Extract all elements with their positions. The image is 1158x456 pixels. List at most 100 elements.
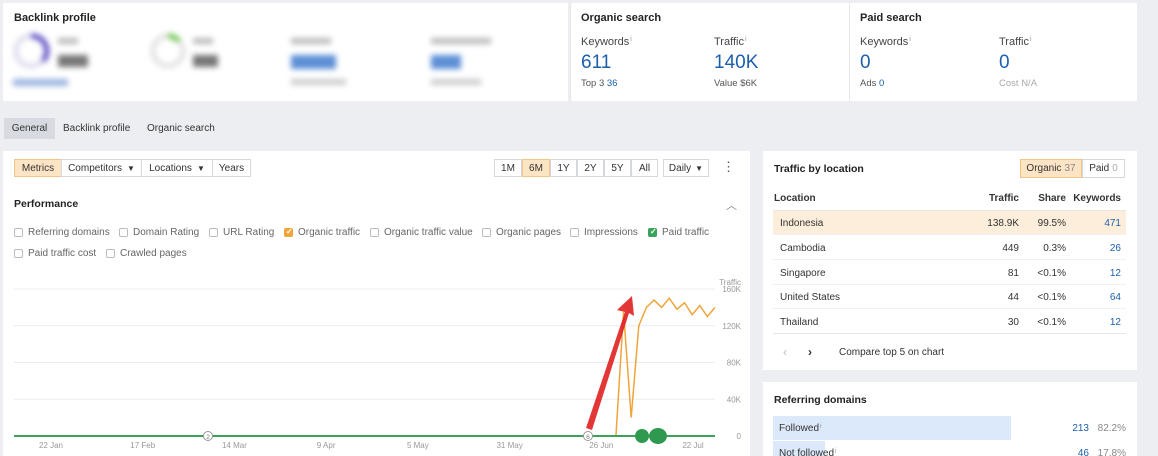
locations-label: Locations [149,162,192,174]
location-traffic: 44 [1007,292,1019,303]
paid-traffic-value[interactable]: 0 [999,52,1010,74]
location-share: 0.3% [1043,243,1066,254]
interval-dropdown[interactable]: Daily ▼ [663,159,709,177]
checkbox-crawled-pages[interactable]: Crawled pages [106,248,187,259]
location-keywords-link[interactable]: 64 [1110,292,1121,303]
y-tick-label: 160K [722,285,741,294]
info-icon[interactable]: i [745,36,747,43]
location-traffic: 449 [1002,243,1019,254]
location-keywords-link[interactable]: 12 [1110,317,1121,328]
checkbox-label: Impressions [584,227,638,238]
header-traffic[interactable]: Traffic [989,193,1019,204]
locations-dropdown[interactable]: Locations ▼ [141,159,213,177]
checkbox-url-rating[interactable]: URL Rating [209,227,274,238]
top3-value[interactable]: 36 [607,78,618,89]
organic-toggle[interactable]: Organic 37 [1020,159,1082,178]
x-tick-label: 22 Jan [39,441,63,450]
checkbox-box[interactable] [570,228,579,237]
location-row: Singapore 81 <0.1% 12 [773,261,1126,285]
tab-general[interactable]: General [4,118,55,139]
checkbox-referring-domains[interactable]: Referring domains [14,227,110,238]
checkbox-box[interactable] [119,228,128,237]
info-icon[interactable]: i [1030,36,1032,43]
tab-backlink-profile[interactable]: Backlink profile [63,123,130,134]
range-5y[interactable]: 5Y [604,159,631,177]
referring-domains-title: Referring domains [774,394,867,406]
checkbox-impressions[interactable]: Impressions [570,227,638,238]
not-followed-value[interactable]: 46 [1078,448,1089,456]
organic-search-card: Organic search Keywordsi 611 Top 3 36 Tr… [570,3,850,101]
paid-search-card: Paid search Keywordsi 0 Ads 0 Traffici 0… [849,3,1137,101]
paid-keywords-value[interactable]: 0 [860,52,871,74]
range-all[interactable]: All [631,159,658,177]
ads-value[interactable]: 0 [879,78,884,89]
checkbox-box[interactable] [370,228,379,237]
info-icon[interactable]: i [835,448,837,455]
location-traffic: 81 [1007,268,1019,279]
range-1m[interactable]: 1M [494,159,522,177]
location-keywords-link[interactable]: 26 [1110,243,1121,254]
checkbox-box[interactable] [106,249,115,258]
more-options-icon[interactable]: ⋮ [722,160,735,173]
value-value: $6K [740,78,758,89]
prev-chevron-icon[interactable]: ‹ [783,345,787,359]
checkbox-box[interactable] [209,228,218,237]
location-keywords-link[interactable]: 12 [1110,268,1121,279]
paid-marker [635,429,649,443]
checkbox-box[interactable] [14,228,23,237]
cost-label: Cost [999,78,1019,89]
checkbox-domain-rating[interactable]: Domain Rating [119,227,199,238]
organic-keywords-value[interactable]: 611 [581,52,611,74]
organic-traffic-label-text: Traffic [714,36,744,48]
location-name: Cambodia [780,243,826,254]
metrics-button[interactable]: Metrics [14,159,62,177]
caret-down-icon: ▼ [196,163,205,173]
checkbox-label: Crawled pages [120,248,187,259]
location-share: <0.1% [1037,292,1066,303]
info-icon[interactable]: i [630,36,632,43]
checkbox-box[interactable] [648,227,657,237]
not-followed-pct: 17.8% [1097,448,1126,456]
paid-toggle[interactable]: Paid 0 [1082,159,1125,178]
followed-value[interactable]: 213 [1072,423,1089,434]
location-share: <0.1% [1037,268,1066,279]
checkbox-organic-traffic-value[interactable]: Organic traffic value [370,227,473,238]
info-icon[interactable]: i [820,423,822,430]
header-location[interactable]: Location [774,193,816,204]
checkbox-paid-traffic-cost[interactable]: Paid traffic cost [14,248,96,259]
info-icon[interactable]: i [909,36,911,43]
years-button[interactable]: Years [212,159,251,177]
checkbox-organic-pages[interactable]: Organic pages [482,227,561,238]
competitors-dropdown[interactable]: Competitors ▼ [61,159,142,177]
checkbox-paid-traffic[interactable]: Paid traffic [648,227,709,238]
performance-chart[interactable]: Traffic160K120K80K40K022 Jan 17 Feb 14 Mar… [3,271,750,456]
range-1y[interactable]: 1Y [550,159,577,177]
checkbox-label: Paid traffic cost [28,248,97,259]
checkbox-box[interactable] [14,249,23,258]
range-2y[interactable]: 2Y [577,159,604,177]
blurred-gauges [13,33,491,86]
paid-keywords-label: Keywordsi [860,36,911,48]
interval-label: Daily [668,162,692,174]
followed-row[interactable]: Followedi 213 82.2% [773,416,1136,440]
compare-top5-link[interactable]: Compare top 5 on chart [839,347,944,358]
backlink-profile-card: Backlink profile [3,3,568,101]
range-6m[interactable]: 6M [522,159,550,177]
checkbox-organic-traffic[interactable]: Organic traffic [284,227,360,238]
paid-marker [649,428,667,444]
header-share[interactable]: Share [1038,193,1066,204]
not-followed-row[interactable]: Not followedi 46 17.8% [773,441,1136,456]
tab-organic-search[interactable]: Organic search [147,123,215,134]
organic-traffic-value[interactable]: 140K [714,52,758,74]
location-name: Indonesia [780,218,824,229]
y-tick-label: 40K [727,395,742,404]
organic-toggle-count: 37 [1064,163,1076,174]
location-keywords-link[interactable]: 471 [1104,218,1121,229]
top3-row: Top 3 36 [581,78,617,89]
collapse-chevron-icon[interactable]: ︿ [726,197,737,213]
y-tick-label: 80K [727,359,742,368]
checkbox-box[interactable] [284,227,293,237]
next-chevron-icon[interactable]: › [808,345,812,359]
header-keywords[interactable]: Keywords [1073,193,1121,204]
checkbox-box[interactable] [482,228,491,237]
